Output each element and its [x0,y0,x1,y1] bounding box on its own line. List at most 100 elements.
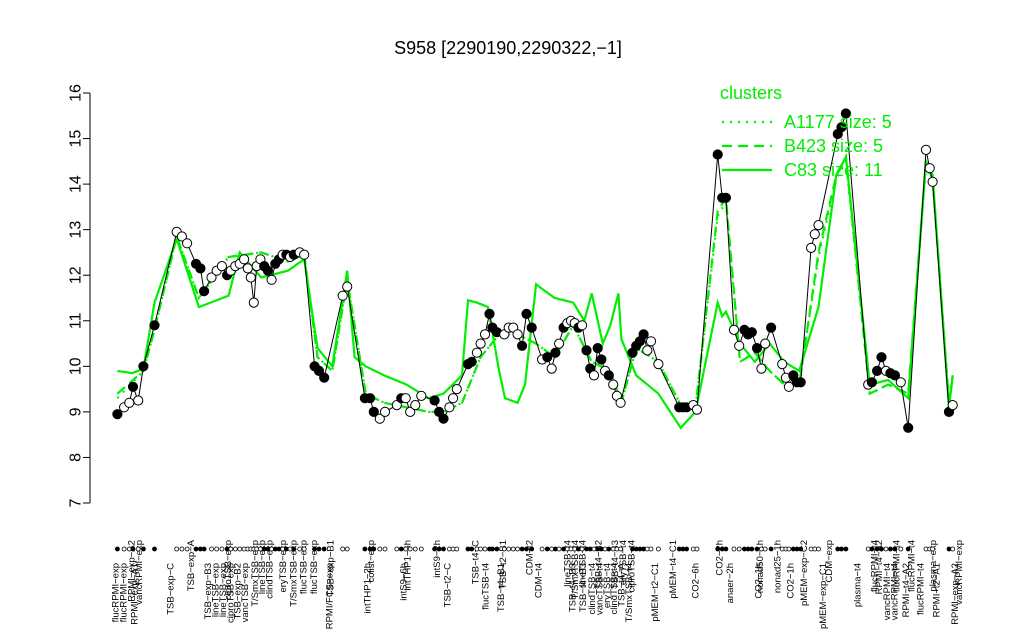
x-category-label: RPMI−t4−A2 [901,563,912,617]
data-point [466,356,477,367]
data-point [581,345,592,356]
rug-mark [382,546,388,552]
data-point [642,345,653,356]
x-category-label: TSB−t2−C [442,563,453,607]
chart: S958 [2290190,2290322,−1] 7 8 9 10 11 12 13 14 1… [68,38,965,629]
rug-mark [494,546,500,552]
data-point [266,274,277,285]
data-point [872,365,883,376]
rug-mark [715,546,721,552]
chart-title: S958 [2290190,2290322,−1] [394,38,622,58]
cluster-lines [116,153,954,430]
rug-mark [257,546,263,552]
y-axis: 7 8 9 10 11 12 13 14 15 16 [68,84,91,507]
rug-mark [898,546,904,552]
data-point [475,338,486,349]
data-point [479,329,491,340]
data-point [471,347,482,358]
rug-mark [478,546,484,552]
rug-mark [412,546,418,552]
rug-mark [403,546,409,552]
data-point [615,397,626,408]
legend: clusters A1177 size: 5 B423 size: 5 C83 si… [720,83,892,180]
data-point [262,265,273,276]
data-series [112,108,958,433]
rug-mark [524,546,529,552]
data-point [734,340,745,351]
legend-title: clusters [720,83,782,103]
x-category-label: vancTSB−exp [240,563,251,622]
rug-mark [209,546,214,552]
rug-mark [888,546,893,552]
rug-mark [344,546,350,552]
rug-mark [340,546,346,552]
rug-mark [316,546,322,552]
data-point [603,370,614,381]
data-point [546,363,557,374]
data-point [751,343,763,354]
y-tick-label: 16 [68,84,85,102]
rug-mark [174,546,180,552]
data-point [319,372,330,383]
data-point [138,361,149,372]
x-category-label: RPMI−exp−A1 [130,563,141,625]
x-category-label: intS9−2h [432,540,443,578]
data-point [638,329,649,340]
data-point [448,393,459,404]
x-category-label: CO2−1h [786,563,797,599]
rug-mark [798,546,804,552]
rug-mark [544,546,550,552]
rug-mark [291,546,297,552]
rug-mark [193,546,199,552]
rug-mark [454,546,460,552]
rug-mark [228,546,234,552]
rug-mark [441,546,446,552]
data-point [216,261,227,272]
rug-mark [130,546,136,552]
x-category-label: TSB−exp−C [165,563,176,615]
rug-mark [874,546,880,552]
data-point [199,286,210,297]
data-point [550,347,561,358]
data-point [866,377,878,388]
x-category-label: intS9−6h [399,563,410,601]
data-point [416,390,427,401]
rug-mark [371,546,377,552]
data-point [924,163,935,174]
rug-mark [115,546,120,552]
data-point [517,340,528,351]
rug-mark [232,546,238,552]
data-point [608,379,619,390]
data-point [927,176,938,187]
y-tick-label: 11 [68,312,85,329]
rug-mark [297,546,303,552]
data-point [410,400,421,411]
rug-mark [843,546,849,552]
data-point [444,402,455,413]
rug-mark [754,546,760,552]
rug-mark [436,546,442,552]
data-point [512,329,523,340]
rug-mark [786,546,792,552]
legend-label: A1177 size: 5 [784,112,892,132]
rug-mark [648,546,654,552]
rug-mark [398,546,404,552]
x-category-label: CO2−1h [754,563,765,599]
y-tick-label: 14 [68,175,85,193]
data-point [577,320,588,331]
y-tick-label: 10 [68,357,85,375]
data-point [795,377,806,388]
rug-mark [489,546,495,552]
y-tick-label: 13 [68,221,85,239]
data-point [588,370,600,381]
rug-mark [237,546,243,552]
x-category-label: CO2−2h [714,540,725,576]
rug-mark [515,546,520,552]
data-point [592,343,603,354]
rug-mark [214,546,220,552]
rug-mark [469,546,475,552]
x-category-label: RPMI−exp−A2 [950,563,961,625]
x-category-label: anaer−2h [725,563,736,603]
data-point [429,395,440,406]
rug-mark [656,546,661,552]
